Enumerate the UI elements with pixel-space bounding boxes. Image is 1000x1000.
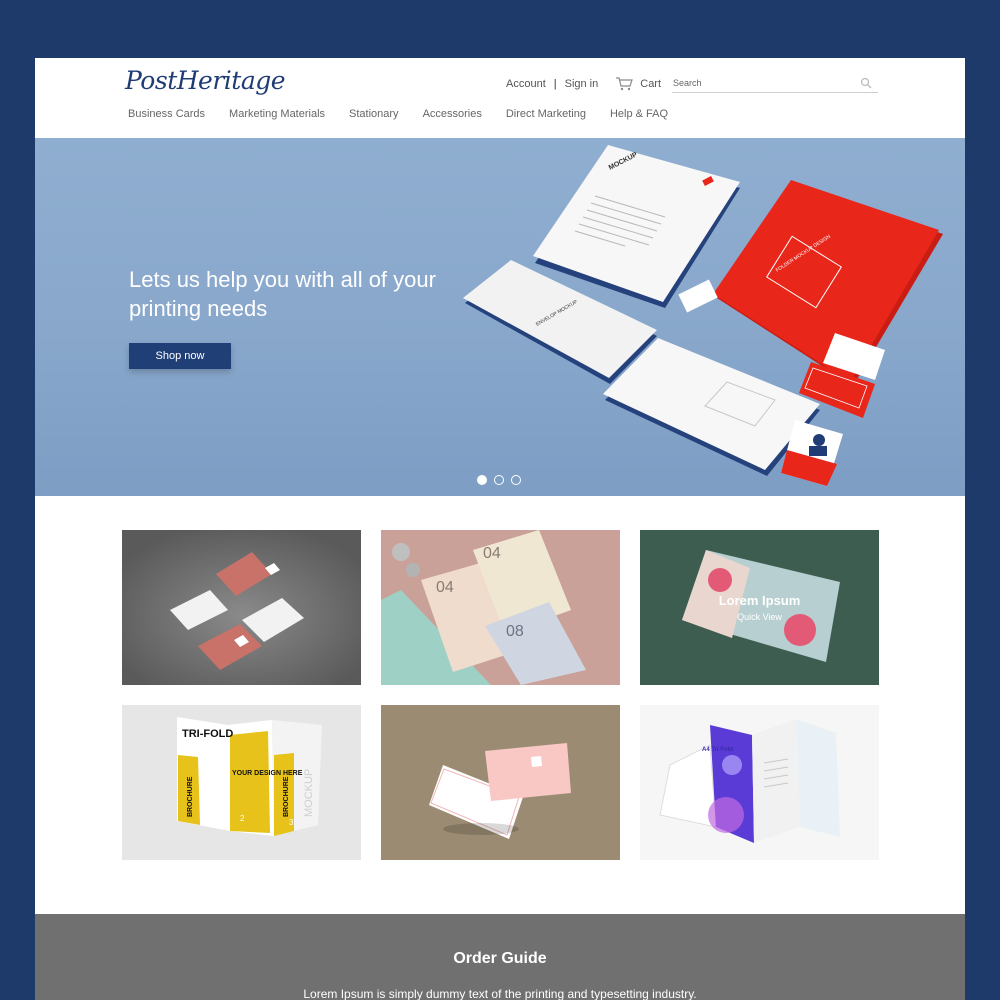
trifold-panel-2: 2 [240, 814, 245, 823]
product-title: Lorem Ipsum [718, 593, 801, 608]
nav-help-faq[interactable]: Help & FAQ [610, 108, 668, 120]
signin-link[interactable]: Sign in [565, 78, 599, 90]
nav-marketing-materials[interactable]: Marketing Materials [229, 108, 325, 120]
search-input[interactable] [672, 78, 842, 88]
nav-business-cards[interactable]: Business Cards [128, 108, 205, 120]
calendar-number-2: 04 [483, 545, 501, 562]
utility-links: Account | Sign in Cart [506, 76, 661, 91]
nav-direct-marketing[interactable]: Direct Marketing [506, 108, 586, 120]
product-tile-trifold[interactable]: TRI-FOLD YOUR DESIGN HERE BROCHURE BROCH… [122, 705, 361, 860]
stationery-mockup-image: MOCKUP FOLDER MOCKUP DESIGN ENVELOP MOCK… [463, 145, 943, 486]
product-tile-postcards[interactable] [381, 705, 620, 860]
product-tile-business-cards[interactable] [122, 530, 361, 685]
calendar-number-3: 08 [506, 623, 524, 640]
quick-view-overlay[interactable]: Lorem Ipsum Quick View [640, 530, 879, 685]
slide-dot-2[interactable] [494, 475, 504, 485]
quick-view-link[interactable]: Quick View [737, 612, 782, 622]
calendar-number-1: 04 [436, 579, 454, 596]
main-nav: Business Cards Marketing Materials Stati… [128, 108, 692, 120]
product-tile-a4-trifold[interactable]: A4 Tri Fold [640, 705, 879, 860]
trifold-title: TRI-FOLD [182, 728, 233, 740]
shop-now-button[interactable]: Shop now [129, 343, 231, 369]
order-guide-text: Lorem Ipsum is simply dummy text of the … [303, 987, 697, 1000]
trifold-spine-3: MOCKUP [303, 769, 315, 817]
site-logo[interactable]: PostHeritage [125, 66, 286, 95]
cart-label: Cart [640, 77, 662, 90]
divider: | [553, 77, 557, 90]
trifold-panel-3: 3 [289, 818, 294, 827]
postcard-image [381, 705, 620, 860]
slider-dots [477, 475, 528, 485]
a4-trifold-image: A4 Tri Fold [640, 705, 879, 860]
cart-link[interactable]: Cart [615, 76, 661, 91]
product-tile-brochure[interactable]: Lorem Ipsum Quick View [640, 530, 879, 685]
search-icon[interactable] [860, 77, 872, 89]
cart-icon [616, 77, 634, 91]
slide-dot-3[interactable] [511, 475, 521, 485]
hero-banner: MOCKUP FOLDER MOCKUP DESIGN ENVELOP MOCK… [35, 138, 965, 496]
trifold-design-text: YOUR DESIGN HERE [232, 770, 303, 777]
nav-accessories[interactable]: Accessories [423, 108, 482, 120]
trifold-spine-2: BROCHURE [283, 776, 290, 817]
order-guide-section: Order Guide Lorem Ipsum is simply dummy … [35, 914, 965, 1000]
product-tile-calendars[interactable]: 04 04 08 [381, 530, 620, 685]
account-link[interactable]: Account [506, 78, 546, 90]
a4-trifold-title: A4 Tri Fold [702, 747, 733, 753]
business-cards-image [122, 530, 361, 685]
order-guide-title: Order Guide [453, 950, 547, 967]
trifold-brochure-image: TRI-FOLD YOUR DESIGN HERE BROCHURE BROCH… [122, 705, 361, 860]
trifold-panel-1: 1 [205, 810, 210, 819]
slide-dot-1[interactable] [477, 475, 487, 485]
hero-headline: Lets us help you with all of your printi… [129, 267, 436, 321]
nav-stationary[interactable]: Stationary [349, 108, 399, 120]
calendar-image: 04 04 08 [381, 530, 620, 685]
trifold-spine-1: BROCHURE [187, 776, 194, 817]
page-container: PostHeritage Account | Sign in Cart Busi… [35, 58, 965, 1000]
search-box [672, 74, 878, 93]
